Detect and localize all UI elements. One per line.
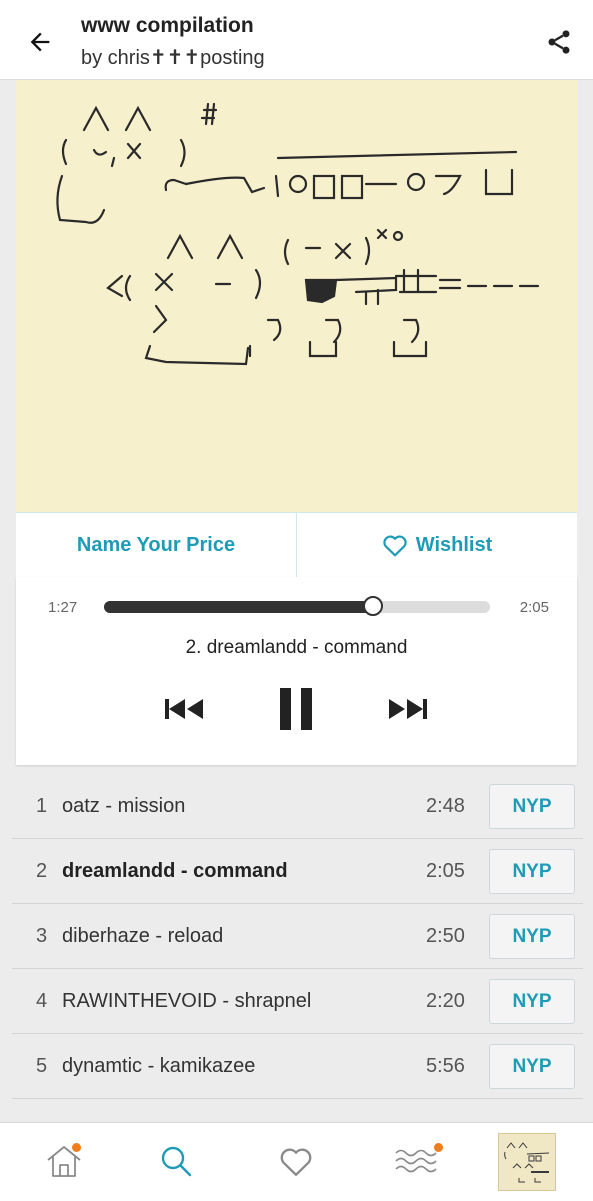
track-row[interactable]: 2 dreamlandd - command 2:05 NYP <box>12 839 583 904</box>
now-playing-thumbnail[interactable] <box>498 1133 556 1191</box>
track-number: 2 <box>36 860 48 882</box>
previous-track-button[interactable] <box>156 685 212 733</box>
track-number: 4 <box>36 990 48 1012</box>
track-duration: 2:05 <box>426 860 465 882</box>
purchase-actions: Name Your Price Wishlist <box>16 512 577 578</box>
name-your-price-label: Name Your Price <box>76 533 236 556</box>
track-number: 1 <box>36 795 48 817</box>
track-row[interactable]: 4 RAWINTHEVOID - shrapnel 2:20 NYP <box>12 969 583 1034</box>
nyp-button[interactable]: NYP <box>489 979 575 1024</box>
now-playing-title: 2. dreamlandd - command <box>185 637 408 658</box>
artist-name[interactable]: by chris✝✝✝posting <box>81 45 265 70</box>
track-duration: 2:50 <box>426 925 465 947</box>
track-number: 5 <box>36 1055 48 1077</box>
wishlist-label: Wishlist <box>415 533 493 556</box>
pause-button[interactable] <box>268 685 324 733</box>
name-your-price-button[interactable]: Name Your Price <box>16 513 296 577</box>
track-row[interactable]: 1 oatz - mission 2:48 NYP <box>12 774 583 839</box>
track-title: oatz - mission <box>62 795 186 817</box>
seek-bar-progress <box>104 601 373 613</box>
skip-next-icon <box>389 699 427 719</box>
elapsed-time: 1:27 <box>48 599 78 616</box>
album-art-thumbnail <box>504 1142 550 1183</box>
notification-dot <box>72 1143 81 1152</box>
share-icon <box>548 30 570 54</box>
track-title: dreamlandd - command <box>62 860 288 882</box>
search-icon <box>161 1146 192 1177</box>
next-track-button[interactable] <box>380 685 436 733</box>
nyp-button[interactable]: NYP <box>489 914 575 959</box>
nyp-button[interactable]: NYP <box>489 1044 575 1089</box>
skip-previous-icon <box>165 699 203 719</box>
nav-feed[interactable] <box>386 1133 446 1189</box>
nav-search[interactable] <box>146 1133 206 1189</box>
track-list: 1 oatz - mission 2:48 NYP 2 dreamlandd -… <box>12 774 583 1099</box>
nyp-button[interactable]: NYP <box>489 849 575 894</box>
app-bar: www compilation by chris✝✝✝posting <box>0 0 593 80</box>
pause-icon <box>280 688 312 730</box>
bottom-navigation <box>0 1122 593 1201</box>
total-time: 2:05 <box>519 599 549 616</box>
wishlist-button[interactable]: Wishlist <box>296 513 577 577</box>
track-duration: 5:56 <box>426 1055 465 1077</box>
nav-home[interactable] <box>34 1133 94 1189</box>
seek-bar[interactable] <box>104 596 490 616</box>
track-title: diberhaze - reload <box>62 925 224 947</box>
heart-icon <box>280 1148 312 1176</box>
track-duration: 2:20 <box>426 990 465 1012</box>
track-title: dynamtic - kamikazee <box>62 1055 256 1077</box>
track-title: RAWINTHEVOID - shrapnel <box>62 990 312 1012</box>
feed-waves-icon <box>395 1149 437 1173</box>
nyp-button[interactable]: NYP <box>489 784 575 829</box>
track-number: 3 <box>36 925 48 947</box>
album-artwork <box>16 80 577 512</box>
heart-outline-icon <box>383 535 407 557</box>
seek-handle[interactable] <box>362 596 383 616</box>
notification-dot <box>434 1143 443 1152</box>
audio-player: 1:27 2:05 2. dreamlandd - command <box>16 577 577 765</box>
arrow-left-icon <box>30 32 50 52</box>
back-button[interactable] <box>20 22 60 62</box>
track-duration: 2:48 <box>426 795 465 817</box>
track-row[interactable]: 5 dynamtic - kamikazee 5:56 NYP <box>12 1034 583 1099</box>
share-button[interactable] <box>539 22 579 62</box>
album-title: www compilation <box>81 14 254 37</box>
nav-wishlist[interactable] <box>266 1133 326 1189</box>
track-row[interactable]: 3 diberhaze - reload 2:50 NYP <box>12 904 583 969</box>
